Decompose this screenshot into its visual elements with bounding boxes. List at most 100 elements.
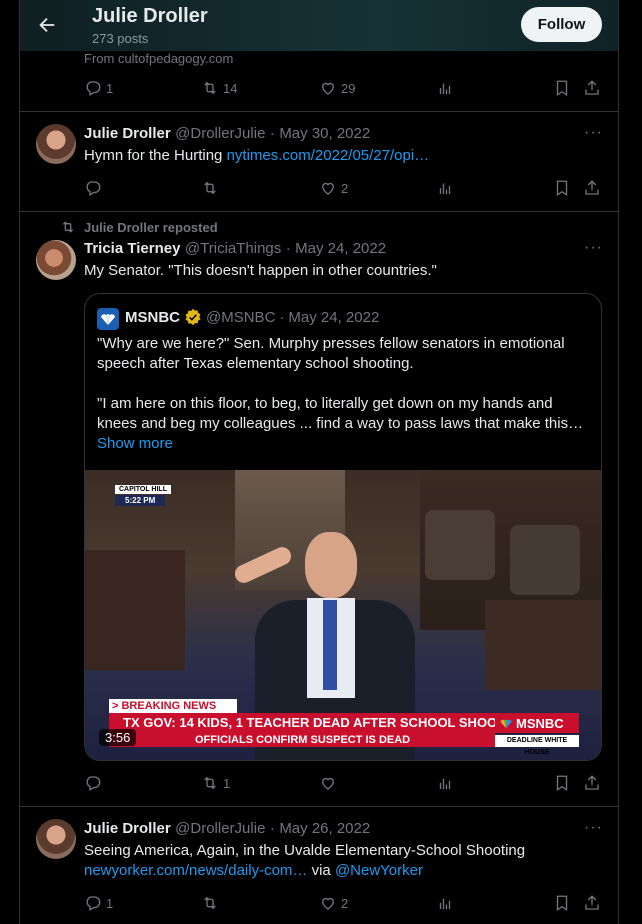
bookmark-icon <box>556 80 568 97</box>
analytics-icon <box>439 778 451 789</box>
like-button[interactable]: 2 <box>319 179 348 197</box>
views-button[interactable] <box>436 894 454 912</box>
more-options-icon[interactable]: ··· <box>584 124 603 142</box>
chair <box>425 510 495 580</box>
reply-button[interactable] <box>84 774 102 792</box>
video-player[interactable]: CAPITOL HILL 5:22 PM > BREAKING NEWS TX … <box>85 470 601 760</box>
location-label: CAPITOL HILL <box>115 485 171 494</box>
author-name[interactable]: Tricia Tierney <box>84 240 180 257</box>
heart-icon <box>322 82 334 95</box>
more-options-icon[interactable]: ··· <box>584 819 603 837</box>
tweet-body: Hymn for the Hurting <box>84 147 223 164</box>
avatar[interactable] <box>36 124 76 164</box>
quote-text-line: speech after Texas elementary school sho… <box>97 355 414 372</box>
like-count: 2 <box>341 180 349 196</box>
avatar[interactable] <box>36 819 76 859</box>
author-handle[interactable]: @DrollerJulie <box>175 125 265 142</box>
quoted-tweet[interactable]: MSNBC @MSNBC · May 24, 2022 "Why are we … <box>84 293 602 761</box>
dot-separator: · <box>269 820 275 837</box>
tweet-author-line: Julie Droller @DrollerJulie · May 26, 20… <box>84 820 370 838</box>
views-button[interactable] <box>436 179 454 197</box>
bookmark-icon <box>556 180 568 197</box>
show-name: DEADLINE WHITE HOUSE <box>495 735 579 756</box>
tweet-author-line: Tricia Tierney @TriciaThings · May 24, 2… <box>84 240 386 258</box>
retweet-icon <box>204 896 216 910</box>
follow-button[interactable]: Follow <box>521 7 602 42</box>
share-button[interactable] <box>583 774 601 792</box>
quote-author-handle[interactable]: @MSNBC <box>206 309 275 326</box>
tweet-link[interactable]: newyorker.com/news/daily-com… <box>84 862 307 879</box>
chair <box>510 525 580 595</box>
like-button[interactable]: 2 <box>319 894 348 912</box>
reply-count: 1 <box>106 80 114 96</box>
reply-icon <box>86 81 101 96</box>
quote-author-name[interactable]: MSNBC <box>125 309 180 326</box>
bookmark-button[interactable] <box>553 894 571 912</box>
bookmark-button[interactable] <box>553 774 571 792</box>
share-button[interactable] <box>583 894 601 912</box>
avatar[interactable] <box>36 240 76 280</box>
author-handle[interactable]: @DrollerJulie <box>175 820 265 837</box>
quote-text-line: knees and beg my colleagues ... find a w… <box>97 415 584 432</box>
retweet-button[interactable]: 1 <box>201 774 230 792</box>
more-options-icon[interactable]: ··· <box>584 239 603 257</box>
analytics-icon <box>439 898 451 909</box>
author-name[interactable]: Julie Droller <box>84 125 171 142</box>
like-button[interactable] <box>319 774 337 792</box>
share-icon <box>585 895 599 910</box>
retweet-icon <box>204 776 216 790</box>
dot-separator: · <box>269 125 275 142</box>
bookmark-button[interactable] <box>553 79 571 97</box>
verified-badge-icon <box>185 308 201 326</box>
views-button[interactable] <box>436 79 454 97</box>
mention-link[interactable]: @NewYorker <box>335 862 423 879</box>
reply-button[interactable]: 1 <box>84 894 113 912</box>
divider <box>20 111 618 112</box>
share-icon <box>585 80 599 95</box>
heart-icon <box>322 182 334 195</box>
subhead-chyron: OFFICIALS CONFIRM SUSPECT IS DEAD <box>109 733 495 747</box>
like-count: 2 <box>341 895 349 911</box>
reply-icon <box>86 896 101 911</box>
heart-icon <box>322 897 334 910</box>
divider <box>20 211 618 212</box>
reply-button[interactable] <box>84 179 102 197</box>
quote-date[interactable]: May 24, 2022 <box>288 309 379 326</box>
bookmark-button[interactable] <box>553 179 571 197</box>
back-arrow-icon[interactable] <box>36 12 58 38</box>
retweet-button[interactable]: 14 <box>201 79 237 97</box>
share-button[interactable] <box>583 79 601 97</box>
share-icon <box>585 180 599 195</box>
retweet-button[interactable] <box>201 894 219 912</box>
reply-icon <box>86 181 101 196</box>
video-duration: 3:56 <box>99 729 137 746</box>
author-name[interactable]: Julie Droller <box>84 820 171 837</box>
reply-button[interactable]: 1 <box>84 79 113 97</box>
analytics-icon <box>439 183 451 194</box>
views-button[interactable] <box>436 774 454 792</box>
quote-text-line: "Why are we here?" Sen. Murphy presses f… <box>97 335 565 352</box>
quote-text-line: "I am here on this floor, to beg, to lit… <box>97 395 553 412</box>
tweet-body: Seeing America, Again, in the Uvalde Ele… <box>84 842 526 859</box>
tweet-author-line: Julie Droller @DrollerJulie · May 30, 20… <box>84 125 370 143</box>
like-button[interactable]: 29 <box>319 79 355 97</box>
tweet-date[interactable]: May 26, 2022 <box>279 820 370 837</box>
retweet-button[interactable] <box>201 179 219 197</box>
show-more-link[interactable]: Show more <box>97 434 173 454</box>
time-label: 5:22 PM <box>115 495 166 506</box>
tweet-date[interactable]: May 30, 2022 <box>279 125 370 142</box>
peacock-logo-icon <box>500 719 512 728</box>
author-handle[interactable]: @TriciaThings <box>185 240 281 257</box>
profile-name: Julie Droller <box>92 5 208 27</box>
dot-separator: · <box>285 240 291 257</box>
breaking-news-label: > BREAKING NEWS <box>109 699 237 713</box>
senator-face <box>305 532 357 598</box>
repost-label[interactable]: Julie Droller reposted <box>84 220 218 235</box>
tweet-link[interactable]: nytimes.com/2022/05/27/opi… <box>227 147 430 164</box>
tweet-date[interactable]: May 24, 2022 <box>295 240 386 257</box>
share-button[interactable] <box>583 179 601 197</box>
link-source[interactable]: From cultofpedagogy.com <box>84 51 233 66</box>
msnbc-avatar[interactable] <box>97 308 119 330</box>
share-icon <box>585 775 599 790</box>
tweet-text: Hymn for the Hurting nytimes.com/2022/05… <box>84 146 429 166</box>
